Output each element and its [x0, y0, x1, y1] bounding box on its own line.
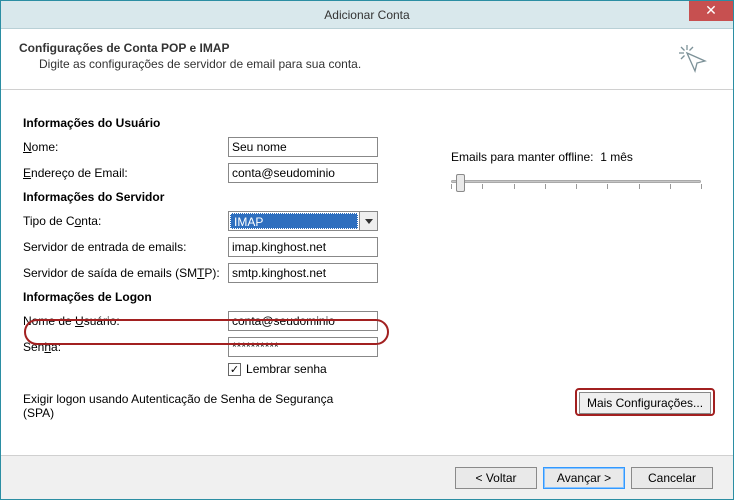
label-email: Endereço de Email:: [23, 166, 228, 180]
offline-slider[interactable]: [451, 174, 701, 194]
row-account-type: Tipo de Conta: IMAP: [23, 210, 711, 232]
row-remember: ✓ Lembrar senha: [228, 362, 711, 376]
label-name: Nome:: [23, 140, 228, 154]
close-button[interactable]: ✕: [689, 1, 733, 21]
section-logon-title: Informações de Logon: [23, 290, 711, 304]
account-type-value: IMAP: [230, 213, 358, 229]
titlebar: Adicionar Conta ✕: [1, 1, 733, 29]
cursor-icon: [677, 43, 711, 80]
header: Configurações de Conta POP e IMAP Digite…: [1, 29, 733, 90]
row-incoming: Servidor de entrada de emails:: [23, 236, 711, 258]
label-username: Nome de Usuário:: [23, 314, 228, 328]
back-button[interactable]: < Voltar: [455, 467, 537, 489]
chevron-down-icon: [365, 214, 373, 228]
name-input[interactable]: [228, 137, 378, 157]
outgoing-server-input[interactable]: [228, 263, 378, 283]
close-icon: ✕: [705, 2, 717, 18]
add-account-window: Adicionar Conta ✕ Configurações de Conta…: [0, 0, 734, 500]
account-type-select[interactable]: IMAP: [228, 211, 378, 231]
footer: < Voltar Avançar > Cancelar: [1, 455, 733, 499]
row-username: Nome de Usuário:: [23, 310, 711, 332]
row-outgoing: Servidor de saída de emails (SMTP):: [23, 262, 711, 284]
label-incoming: Servidor de entrada de emails:: [23, 240, 228, 254]
more-settings-button[interactable]: Mais Configurações...: [579, 392, 711, 414]
label-outgoing: Servidor de saída de emails (SMTP):: [23, 266, 228, 280]
slider-track: [451, 180, 701, 183]
header-title: Configurações de Conta POP e IMAP: [19, 41, 715, 55]
next-button[interactable]: Avançar >: [543, 467, 625, 489]
section-user-title: Informações do Usuário: [23, 116, 711, 130]
header-subtitle: Digite as configurações de servidor de e…: [39, 57, 715, 71]
username-input[interactable]: [228, 311, 378, 331]
label-password: Senha:: [23, 340, 228, 354]
offline-section: Emails para manter offline: 1 mês: [451, 150, 711, 194]
label-remember: Lembrar senha: [246, 362, 327, 376]
dialog-body: Informações do Usuário Nome: Endereço de…: [1, 90, 733, 470]
password-input[interactable]: [228, 337, 378, 357]
label-account-type: Tipo de Conta:: [23, 214, 228, 228]
remember-password-checkbox[interactable]: ✓: [228, 363, 241, 376]
checkmark-icon: ✓: [230, 363, 239, 376]
window-title: Adicionar Conta: [1, 8, 733, 22]
offline-label: Emails para manter offline: 1 mês: [451, 150, 711, 164]
email-input[interactable]: [228, 163, 378, 183]
label-spa: Exigir logon usando Autenticação de Senh…: [23, 392, 363, 420]
row-password: Senha:: [23, 336, 711, 358]
incoming-server-input[interactable]: [228, 237, 378, 257]
offline-value: 1 mês: [600, 150, 633, 164]
slider-thumb[interactable]: [456, 174, 465, 192]
cancel-button[interactable]: Cancelar: [631, 467, 713, 489]
account-type-dropdown-button[interactable]: [359, 212, 377, 230]
